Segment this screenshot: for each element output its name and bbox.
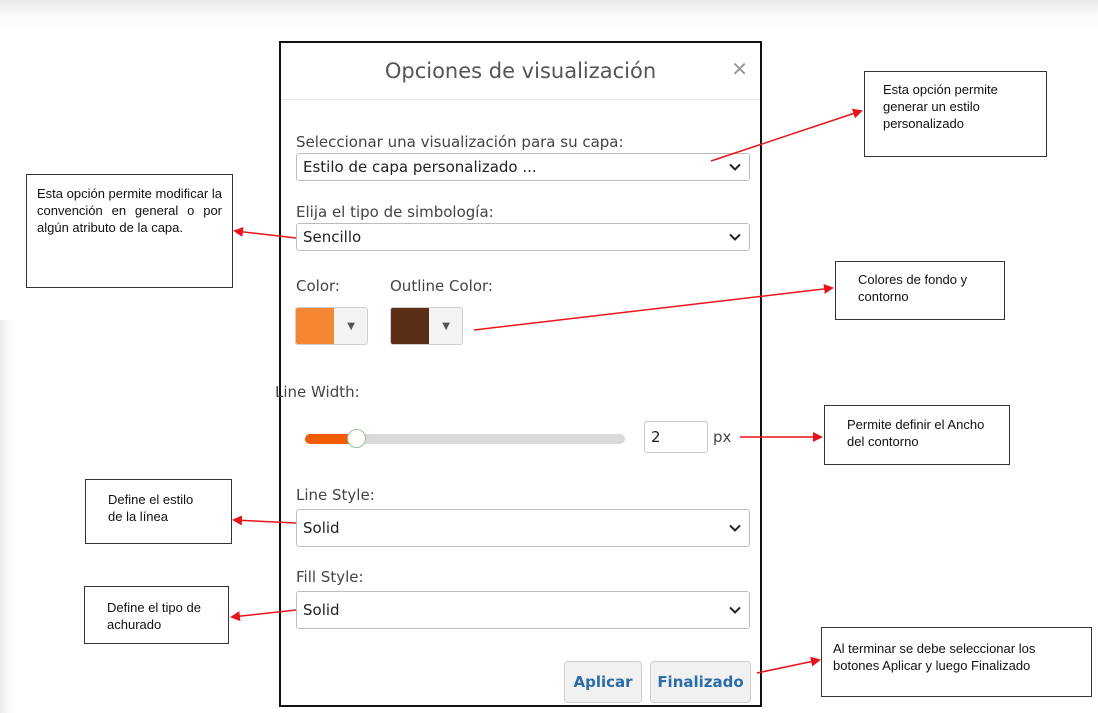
- dialog-title: Opciones de visualización: [384, 59, 657, 83]
- line-width-label: Line Width:: [275, 383, 360, 401]
- outline-color-picker-button[interactable]: ▼: [390, 307, 463, 345]
- line-style-label: Line Style:: [296, 486, 375, 504]
- note-line-style-text: Define el estilo de la línea: [108, 492, 194, 524]
- outline-color-label: Outline Color:: [390, 277, 493, 295]
- chevron-down-icon: [729, 163, 741, 171]
- apply-button[interactable]: Aplicar: [564, 661, 642, 703]
- visualization-select[interactable]: Estilo de capa personalizado ...: [296, 153, 750, 181]
- outline-color-swatch: [391, 308, 429, 344]
- note-finish-text: Al terminar se debe seleccionar los boto…: [833, 641, 1036, 673]
- color-picker-button[interactable]: ▼: [295, 307, 368, 345]
- note-line-style: Define el estilo de la línea: [85, 479, 232, 544]
- symbology-label: Elija el tipo de simbología:: [296, 203, 494, 221]
- line-style-select-value: Solid: [303, 519, 340, 537]
- line-width-slider[interactable]: [305, 429, 625, 448]
- slider-handle[interactable]: [347, 429, 367, 448]
- background-shadow: [0, 320, 12, 713]
- note-colors: Colores de fondo y contorno: [835, 261, 1005, 320]
- symbology-select[interactable]: Sencillo: [296, 223, 750, 251]
- note-custom-style: Esta opción permite generar un estilo pe…: [864, 71, 1047, 157]
- display-options-dialog: Opciones de visualización ✕ Seleccionar …: [275, 41, 762, 707]
- close-icon[interactable]: ✕: [731, 57, 748, 81]
- visualization-select-value: Estilo de capa personalizado ...: [303, 158, 537, 176]
- chevron-down-icon: [729, 606, 741, 614]
- line-width-unit: px: [713, 428, 732, 446]
- color-label: Color:: [296, 277, 340, 295]
- chevron-down-icon: [729, 233, 741, 241]
- note-custom-style-text: Esta opción permite generar un estilo pe…: [883, 82, 998, 131]
- fill-style-label: Fill Style:: [296, 568, 364, 586]
- dropdown-triangle-icon: ▼: [347, 321, 355, 332]
- note-fill: Define el tipo de achurado: [84, 586, 229, 644]
- symbology-select-value: Sencillo: [303, 228, 362, 246]
- note-width-text: Permite definir el Ancho del contorno: [847, 417, 985, 449]
- arrow-finish: [756, 656, 821, 674]
- note-colors-text: Colores de fondo y contorno: [858, 272, 968, 304]
- line-width-input[interactable]: 2: [644, 421, 708, 453]
- note-finish: Al terminar se debe seleccionar los boto…: [821, 627, 1092, 697]
- note-fill-text: Define el tipo de achurado: [107, 600, 201, 632]
- fill-style-select[interactable]: Solid: [296, 591, 750, 629]
- dropdown-triangle-icon: ▼: [442, 321, 450, 332]
- header-divider: [281, 99, 760, 100]
- fill-style-select-value: Solid: [303, 601, 340, 619]
- finish-button[interactable]: Finalizado: [650, 661, 751, 703]
- line-style-select[interactable]: Solid: [296, 509, 750, 547]
- fill-color-swatch: [296, 308, 334, 344]
- note-symbology: Esta opción permite modificar la convenc…: [26, 174, 233, 288]
- visualization-label: Seleccionar una visualización para su ca…: [296, 133, 624, 151]
- chevron-down-icon: [729, 524, 741, 532]
- note-width: Permite definir el Ancho del contorno: [824, 405, 1010, 465]
- note-symbology-text: Esta opción permite modificar la convenc…: [37, 186, 222, 235]
